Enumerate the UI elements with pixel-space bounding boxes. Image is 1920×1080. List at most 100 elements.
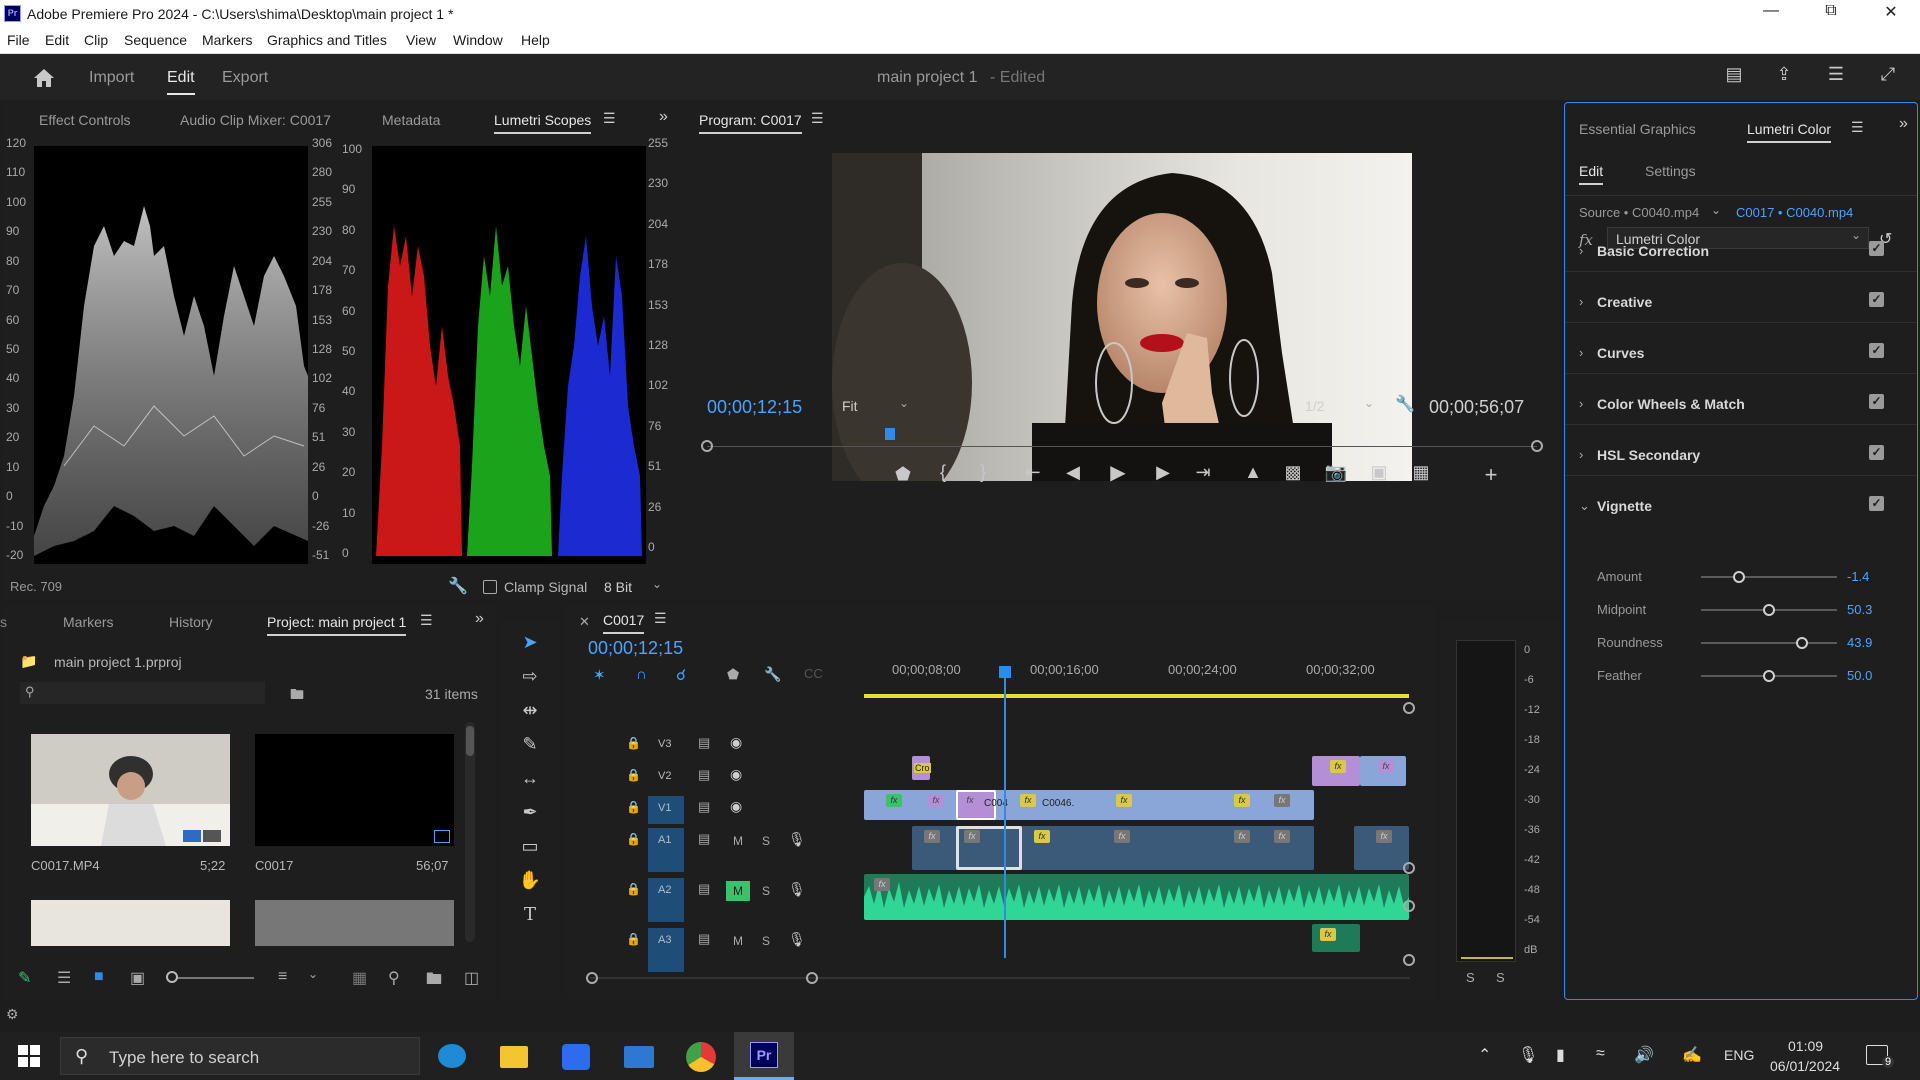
section-color-wheels-match[interactable]: Color Wheels & Match [1597,396,1745,412]
vignette-roundness-knob[interactable] [1795,637,1808,649]
captions-icon[interactable]: CC [804,666,823,681]
tab-audio-clip-mixer[interactable]: Audio Clip Mixer: C0017 [180,112,331,128]
zoom-slider-knob[interactable] [166,971,178,983]
subtab-edit[interactable]: Edit [1579,163,1604,185]
section-enable-checkbox[interactable]: ✓ [1869,241,1884,256]
program-current-time[interactable]: 00;00;12;15 [707,397,802,418]
settings-wrench-icon[interactable]: 🔧 [1395,394,1415,414]
chevron-right-icon[interactable]: › [1579,243,1583,258]
minimize-button[interactable]: — [1746,2,1796,26]
section-enable-checkbox[interactable]: ✓ [1869,445,1884,460]
vignette-midpoint-value[interactable]: 50.3 [1847,602,1872,617]
hand-tool-icon[interactable]: ✋ [518,870,542,891]
timeline-playhead-line[interactable] [1004,668,1006,958]
lumetri-expand-icon[interactable]: » [1899,115,1908,133]
target-clip-label[interactable]: C0017 • C0040.mp4 [1736,205,1853,220]
item-name[interactable]: C0017.MP4 [31,858,100,873]
menu-graphics[interactable]: Graphics and Titles [267,32,387,48]
menu-file[interactable]: File [7,32,30,48]
track-lock-icon[interactable]: 🔒 [626,800,641,814]
insert-icon[interactable]: ▣ [1367,462,1391,483]
project-menu-icon[interactable]: ☰ [420,612,433,629]
menu-help[interactable]: Help [521,32,550,48]
tab-edit[interactable]: Edit [167,69,195,95]
premiere-taskbar-button[interactable]: Pr [734,1032,794,1080]
thumbnail-clip-3[interactable] [31,900,230,946]
tab-truncated[interactable]: s [0,614,7,630]
track-target[interactable]: A1 [648,828,684,872]
vertical-zoom-handle[interactable] [1403,862,1415,874]
vertical-zoom-handle[interactable] [1403,900,1415,912]
expand-panels-icon[interactable]: » [659,108,668,126]
toggle-sync-lock-icon[interactable]: ▤ [698,767,710,783]
mute-button[interactable]: M [726,881,750,901]
panel-menu-icon[interactable]: ☰ [603,110,616,127]
zoom-chevron-icon[interactable]: ⌄ [899,396,909,410]
extract-icon[interactable]: ▩ [1281,462,1305,483]
timeline-timecode[interactable]: 00;00;12;15 [588,638,683,659]
step-back-icon[interactable]: ◀ [1061,462,1085,483]
toggle-sync-lock-icon[interactable]: ▤ [698,881,710,897]
tab-markers[interactable]: Markers [63,614,114,630]
clamp-signal-checkbox[interactable] [483,580,497,594]
overwrite-icon[interactable]: ▦ [1409,462,1433,483]
find-icon[interactable]: ⚲ [388,968,400,988]
menu-lines-icon[interactable]: ☰ [1824,64,1848,85]
camera-icon[interactable]: 📷 [1324,462,1348,483]
wrench-icon[interactable]: 🔧 [448,576,468,596]
menu-sequence[interactable]: Sequence [124,32,187,48]
zoom-select[interactable]: Fit [842,398,858,414]
chevron-right-icon[interactable]: › [1579,396,1583,411]
scope-standard[interactable]: Rec. 709 [10,579,62,594]
tracks-area[interactable]: Cro fx fx C004 C0046. fx fx fx fx fx fx … [864,666,1409,998]
ripple-edit-tool-icon[interactable]: ⇹ [518,700,542,721]
tab-metadata[interactable]: Metadata [382,112,440,128]
program-menu-icon[interactable]: ☰ [811,110,824,127]
track-lock-icon[interactable]: 🔒 [626,768,641,782]
fullscreen-icon[interactable]: ⤢ [1876,64,1900,85]
track-lock-icon[interactable]: 🔒 [626,932,641,946]
eye-icon[interactable]: ◉ [730,766,742,783]
home-icon[interactable] [32,67,56,89]
scroll-handle-left[interactable] [586,972,598,984]
zoom-handle-right[interactable] [1531,440,1543,452]
mute-button[interactable]: M [726,831,750,851]
mark-in-icon[interactable]: { [931,462,955,483]
scroll-handle-right[interactable] [806,972,818,984]
timeline-zoom-handle[interactable] [1403,702,1415,714]
section-creative[interactable]: Creative [1597,294,1652,310]
go-to-out-icon[interactable]: ⇥ [1191,462,1215,483]
thumbnail-c0017-mp4[interactable] [31,734,230,846]
toggle-sync-lock-icon[interactable]: ▤ [698,735,710,751]
vignette-feather-value[interactable]: 50.0 [1847,668,1872,683]
chevron-right-icon[interactable]: › [1579,345,1583,360]
chevron-down-icon[interactable]: ⌄ [1579,498,1590,514]
vignette-midpoint-knob[interactable] [1763,604,1775,616]
tab-essential-graphics[interactable]: Essential Graphics [1579,121,1696,137]
resolution-chevron-icon[interactable]: ⌄ [1364,396,1374,410]
track-target[interactable]: A2 [648,878,684,922]
close-sequence-icon[interactable]: ✕ [579,614,590,630]
close-button[interactable]: ✕ [1866,2,1916,26]
selection-tool-icon[interactable]: ➤ [518,632,542,653]
sort-icon[interactable]: ≡ [278,968,287,986]
lumetri-menu-icon[interactable]: ☰ [1851,119,1864,136]
edge-icon[interactable] [438,1044,466,1068]
automate-icon[interactable]: ▦ [352,968,367,988]
volume-icon[interactable]: 🔊 [1634,1045,1654,1065]
toggle-sync-lock-icon[interactable]: ▤ [698,799,710,815]
chrome-icon[interactable] [686,1042,716,1072]
chevron-right-icon[interactable]: › [1579,447,1583,462]
snap-icon[interactable]: ∩ [636,666,647,683]
add-marker-icon[interactable]: ⬟ [891,464,915,485]
subtab-settings[interactable]: Settings [1645,163,1696,179]
language-indicator[interactable]: ENG [1724,1047,1754,1063]
slip-tool-icon[interactable]: ↔ [518,768,542,789]
voiceover-mic-icon[interactable]: 🎙 [788,931,806,948]
file-explorer-icon[interactable] [500,1046,528,1068]
sort-chevron-icon[interactable]: ⌄ [308,967,318,981]
voiceover-mic-icon[interactable]: 🎙 [788,831,806,848]
bit-depth-select[interactable]: 8 Bit [604,579,632,595]
section-hsl-secondary[interactable]: HSL Secondary [1597,447,1700,463]
chevron-up-icon[interactable]: ⌃ [1478,1045,1491,1065]
